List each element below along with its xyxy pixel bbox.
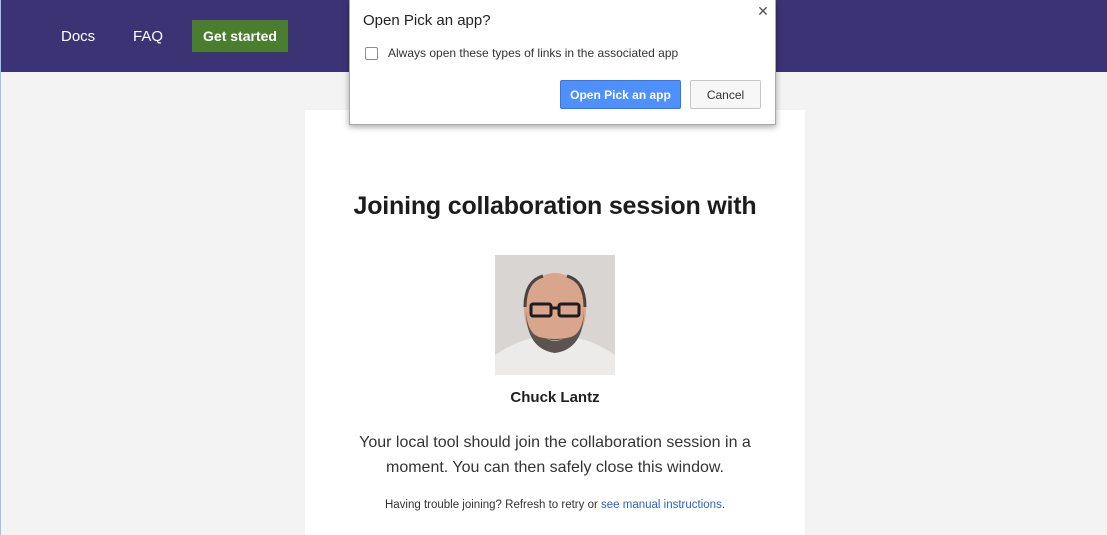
- nav-link-docs[interactable]: Docs: [61, 28, 95, 45]
- host-name: Chuck Lantz: [510, 389, 600, 406]
- cancel-button[interactable]: Cancel: [690, 80, 761, 109]
- avatar: [495, 255, 615, 375]
- open-app-button[interactable]: Open Pick an app: [560, 80, 681, 109]
- trouble-suffix: .: [721, 499, 726, 511]
- always-open-checkbox[interactable]: [365, 47, 378, 60]
- always-open-label[interactable]: Always open these types of links in the …: [388, 46, 678, 60]
- trouble-note: Having trouble joining? Refresh to retry…: [305, 499, 805, 511]
- open-app-dialog: Open Pick an app? ✕ Always open these ty…: [349, 0, 776, 125]
- nav-link-faq[interactable]: FAQ: [133, 28, 163, 45]
- page-title: Joining collaboration session with: [353, 192, 757, 220]
- session-card: Joining collaboration session with Chuck…: [305, 110, 805, 535]
- dialog-title: Open Pick an app?: [363, 12, 491, 29]
- close-icon[interactable]: ✕: [755, 3, 771, 19]
- get-started-button[interactable]: Get started: [192, 20, 288, 52]
- status-message: Your local tool should join the collabor…: [359, 434, 751, 476]
- trouble-text: Having trouble joining? Refresh to retry…: [384, 499, 602, 511]
- manual-instructions-link[interactable]: see manual instructions: [601, 499, 722, 511]
